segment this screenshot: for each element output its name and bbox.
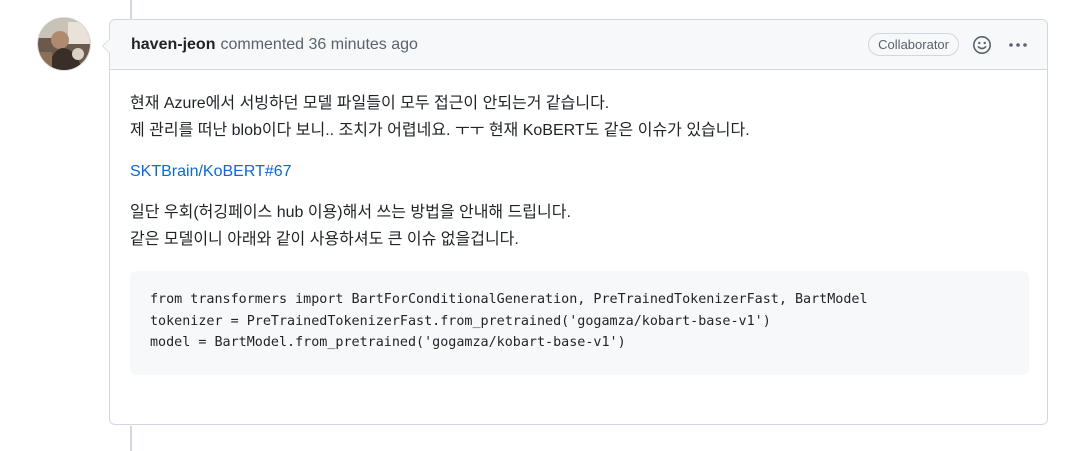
comment-line: 일단 우회(허깅페이스 hub 이용)해서 쓰는 방법을 안내해 드립니다. bbox=[130, 204, 571, 221]
comment-body: 현재 Azure에서 서빙하던 모델 파일들이 모두 접근이 안되는거 같습니다… bbox=[110, 70, 1047, 375]
comment-paragraph-1: 현재 Azure에서 서빙하던 모델 파일들이 모두 접근이 안되는거 같습니다… bbox=[130, 90, 1027, 144]
comment-author-link[interactable]: haven-jeon bbox=[131, 36, 215, 54]
comment-action: commented bbox=[220, 35, 305, 53]
kebab-horizontal-icon[interactable] bbox=[1005, 32, 1031, 58]
avatar[interactable] bbox=[38, 18, 90, 70]
comment-timestamp-link[interactable]: 36 minutes ago bbox=[309, 36, 418, 53]
smiley-icon[interactable] bbox=[969, 32, 995, 58]
comment-paragraph-2: SKTBrain/KoBERT#67 bbox=[130, 158, 1027, 185]
comment-header-actions: Collaborator bbox=[868, 32, 1031, 58]
code-line: model = BartModel.from_pretrained('gogam… bbox=[150, 335, 626, 350]
comment-card: haven-jeon commented 36 minutes ago Coll… bbox=[102, 19, 1048, 425]
timeline-line-bottom bbox=[130, 426, 132, 451]
code-block[interactable]: from transformers import BartForConditio… bbox=[130, 271, 1029, 375]
comment-line: 제 관리를 떠난 blob이다 보니.. 조치가 어렵네요. ㅜㅜ 현재 KoB… bbox=[130, 122, 750, 139]
issue-reference-link[interactable]: SKTBrain/KoBERT#67 bbox=[130, 163, 292, 180]
comment-meta: commented 36 minutes ago bbox=[220, 36, 417, 54]
role-badge: Collaborator bbox=[868, 33, 959, 56]
timeline-line-top bbox=[130, 0, 132, 20]
comment-line: 같은 모델이니 아래와 같이 사용하셔도 큰 이슈 없을겁니다. bbox=[130, 231, 519, 248]
code-line: from transformers import BartForConditio… bbox=[150, 292, 868, 307]
comment-paragraph-3: 일단 우회(허깅페이스 hub 이용)해서 쓰는 방법을 안내해 드립니다. 같… bbox=[130, 199, 1027, 253]
comment-line: 현재 Azure에서 서빙하던 모델 파일들이 모두 접근이 안되는거 같습니다… bbox=[130, 95, 610, 112]
code-line: tokenizer = PreTrainedTokenizerFast.from… bbox=[150, 313, 771, 329]
comment-header: haven-jeon commented 36 minutes ago Coll… bbox=[110, 20, 1047, 70]
